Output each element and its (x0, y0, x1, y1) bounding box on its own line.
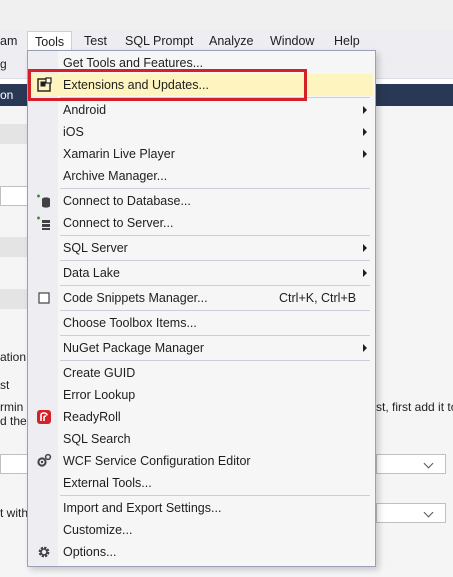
panel-header-label: on (0, 88, 14, 102)
wcf-config-icon (37, 453, 52, 467)
menu-item-label: Get Tools and Features... (63, 56, 204, 70)
menu-item-shortcut: Ctrl+K, Ctrl+B (279, 291, 357, 305)
bg-text: st (0, 378, 10, 392)
menu-item-data-lake[interactable]: Data Lake (30, 262, 373, 284)
submenu-arrow-icon (363, 344, 367, 352)
menu-item-label: iOS (63, 125, 84, 139)
menu-item-customize[interactable]: Customize... (30, 519, 373, 541)
menu-help[interactable]: Help (334, 33, 360, 50)
menu-team[interactable]: am (0, 33, 17, 50)
menu-item-external-tools[interactable]: External Tools... (30, 472, 373, 494)
submenu-arrow-icon (363, 150, 367, 158)
menu-item-label: NuGet Package Manager (63, 341, 205, 355)
menu-item-label: Customize... (63, 523, 133, 537)
menu-separator (60, 335, 370, 336)
menu-test[interactable]: Test (84, 33, 107, 50)
menu-item-label: Data Lake (63, 266, 120, 280)
menu-separator (60, 188, 370, 189)
highlight-callout-box (28, 69, 307, 101)
menu-item-android[interactable]: Android (30, 99, 373, 121)
menu-item-error-lookup[interactable]: Error Lookup (30, 384, 373, 406)
menu-item-options[interactable]: Options... (30, 541, 373, 563)
menu-item-label: Code Snippets Manager... (63, 291, 208, 305)
bg-dropdown[interactable] (376, 454, 446, 474)
bg-field (0, 186, 30, 206)
menu-item-label: Connect to Server... (63, 216, 174, 230)
code-snippets-icon (38, 292, 50, 304)
menu-bar: am Tools Test SQL Prompt Analyze Window … (0, 30, 453, 52)
bg-row (0, 124, 30, 144)
menu-item-sql-search[interactable]: SQL Search (30, 428, 373, 450)
menu-item-label: Connect to Database... (63, 194, 191, 208)
menu-separator (60, 235, 370, 236)
menu-item-archive-manager[interactable]: Archive Manager... (30, 165, 373, 187)
menu-item-xamarin[interactable]: Xamarin Live Player (30, 143, 373, 165)
submenu-arrow-icon (363, 244, 367, 252)
bg-field (0, 454, 30, 474)
menu-item-label: SQL Search (63, 432, 131, 446)
bg-text: d the (0, 414, 27, 428)
bg-row (0, 237, 30, 257)
menu-separator (60, 310, 370, 311)
gear-icon (38, 546, 50, 558)
menu-item-ios[interactable]: iOS (30, 121, 373, 143)
menu-window[interactable]: Window (270, 33, 314, 50)
submenu-arrow-icon (363, 269, 367, 277)
menu-item-code-snippets[interactable]: Code Snippets Manager... Ctrl+K, Ctrl+B (30, 287, 373, 309)
submenu-arrow-icon (363, 128, 367, 136)
menu-separator (60, 495, 370, 496)
menu-item-label: Choose Toolbox Items... (63, 316, 197, 330)
menu-separator (60, 285, 370, 286)
menu-item-wcf-editor[interactable]: WCF Service Configuration Editor (30, 450, 373, 472)
toolbar-fragment: g (0, 57, 7, 71)
bg-text: st, first add it to (376, 400, 453, 414)
menu-item-label: Create GUID (63, 366, 136, 380)
menu-item-label: Xamarin Live Player (63, 147, 175, 161)
menu-item-label: WCF Service Configuration Editor (63, 454, 251, 468)
bg-text: rmin (0, 400, 24, 414)
menu-sql-prompt[interactable]: SQL Prompt (125, 33, 193, 50)
menu-separator (60, 260, 370, 261)
menu-item-import-export[interactable]: Import and Export Settings... (30, 497, 373, 519)
menu-separator (60, 360, 370, 361)
menu-item-label: Import and Export Settings... (63, 501, 222, 515)
menu-item-nuget[interactable]: NuGet Package Manager (30, 337, 373, 359)
menu-item-label: Android (63, 103, 107, 117)
menu-item-label: SQL Server (63, 241, 128, 255)
submenu-arrow-icon (363, 106, 367, 114)
menu-item-label: Archive Manager... (63, 169, 168, 183)
menu-analyze[interactable]: Analyze (209, 33, 253, 50)
readyroll-icon (37, 410, 51, 424)
connect-server-icon (37, 216, 50, 230)
menu-item-label: ReadyRoll (63, 410, 121, 424)
bg-row (0, 289, 30, 309)
tools-menu: Get Tools and Features... Extensions and… (27, 50, 376, 567)
bg-text: ation (0, 350, 27, 364)
menu-item-create-guid[interactable]: Create GUID (30, 362, 373, 384)
menu-item-readyroll[interactable]: ReadyRoll (30, 406, 373, 428)
menu-item-sql-server[interactable]: SQL Server (30, 237, 373, 259)
connect-database-icon (37, 194, 50, 208)
menu-item-label: External Tools... (63, 476, 152, 490)
menu-item-choose-toolbox[interactable]: Choose Toolbox Items... (30, 312, 373, 334)
window-top-strip (0, 0, 453, 30)
menu-item-connect-server[interactable]: Connect to Server... (30, 212, 373, 234)
menu-tools[interactable]: Tools (27, 31, 73, 52)
menu-item-label: Options... (63, 545, 117, 559)
menu-item-connect-database[interactable]: Connect to Database... (30, 190, 373, 212)
bg-text: t with (0, 506, 29, 520)
menu-item-label: Error Lookup (63, 388, 136, 402)
bg-dropdown[interactable] (376, 503, 446, 523)
